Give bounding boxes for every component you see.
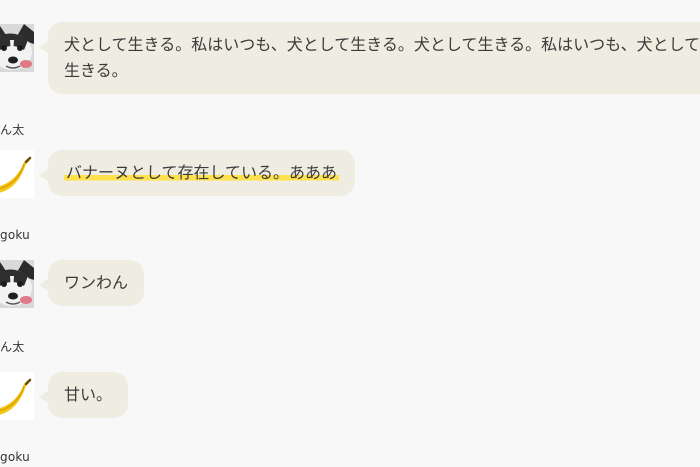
message-bubble: 犬として生きる。私はいつも、犬として生きる。犬として生きる。私はいつも、犬として… bbox=[39, 22, 700, 94]
message-text: 犬として生きる。私はいつも、犬として生きる。犬として生きる。私はいつも、犬として… bbox=[64, 35, 700, 80]
message-bubble: バナーヌとして存在している。あああ bbox=[38, 150, 356, 196]
banana-icon bbox=[0, 372, 34, 420]
highlighted-message-text: バナーヌとして存在している。あああ bbox=[64, 163, 340, 182]
message-text: 甘い。 bbox=[64, 385, 113, 404]
sender-name: ん太 bbox=[0, 340, 25, 354]
message-text: ワンわん bbox=[64, 273, 129, 292]
sender-name: ん太 bbox=[0, 123, 25, 137]
message-bubble: ワンわん bbox=[38, 260, 145, 306]
sender-name: goku bbox=[0, 228, 30, 242]
dog-icon bbox=[0, 260, 34, 308]
message-bubble: 甘い。 bbox=[38, 372, 129, 418]
husky-dog-avatar[interactable] bbox=[0, 24, 34, 72]
dog-icon bbox=[0, 24, 34, 72]
banana-icon bbox=[0, 150, 34, 198]
husky-dog-avatar[interactable] bbox=[0, 260, 34, 308]
sender-name: goku bbox=[0, 450, 30, 464]
chat-thread: ん太 犬として生きる。私はいつも、犬として生きる。犬として生きる。私はいつも、犬… bbox=[0, 0, 700, 467]
banana-avatar[interactable] bbox=[0, 150, 34, 198]
banana-avatar[interactable] bbox=[0, 372, 34, 420]
